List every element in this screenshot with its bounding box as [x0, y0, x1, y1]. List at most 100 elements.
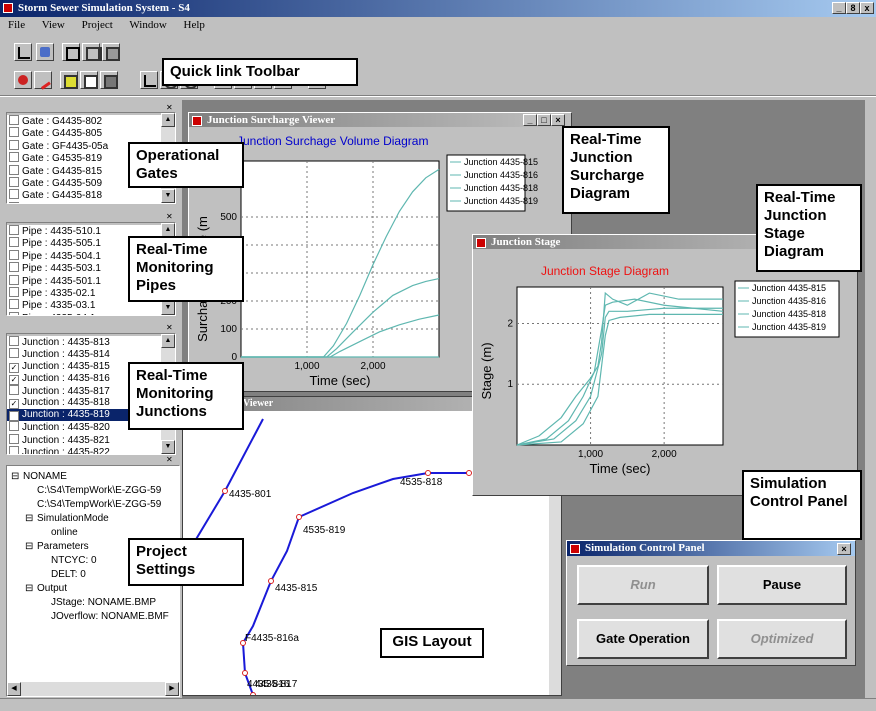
tool-new-button[interactable]	[14, 43, 32, 61]
tool-export-button[interactable]	[102, 43, 120, 61]
gis-node[interactable]	[242, 670, 248, 676]
list-item[interactable]: Junction : 4435-813	[7, 336, 161, 348]
close-button[interactable]: x	[860, 2, 874, 14]
checkbox[interactable]	[9, 201, 19, 203]
tool-junctions-button[interactable]	[100, 71, 118, 89]
tree-node[interactable]: JStage: NONAME.BMP	[11, 596, 177, 610]
tool-gates-button[interactable]	[60, 71, 78, 89]
tree-node[interactable]: ⊟ NONAME	[11, 470, 177, 484]
gis-node[interactable]	[296, 514, 302, 520]
surcharge-close-button[interactable]: ×	[551, 114, 565, 126]
pipes-panel-close-icon[interactable]: ✕	[166, 213, 176, 221]
checkbox[interactable]	[9, 274, 19, 285]
scroll-up-icon[interactable]: ▲	[161, 113, 175, 127]
gis-node[interactable]	[425, 470, 431, 476]
scroll-down-icon[interactable]: ▼	[161, 440, 175, 454]
control-panel-close-button[interactable]: ×	[837, 543, 851, 555]
run-button[interactable]: Run	[577, 565, 709, 605]
tool-chart-button[interactable]	[140, 71, 158, 89]
checkbox[interactable]	[9, 336, 19, 346]
tree-node[interactable]: C:\S4\TempWork\E-ZGG-59	[11, 484, 177, 498]
tree-expander-icon[interactable]: ⊟	[25, 582, 37, 596]
workspace-scrollbar[interactable]	[864, 100, 876, 700]
checkbox[interactable]	[9, 348, 19, 359]
list-item[interactable]: Gate : G4435-805	[7, 127, 161, 139]
tree-node[interactable]: C:\S4\TempWork\E-ZGG-59	[11, 498, 177, 512]
menu-file[interactable]: File	[8, 19, 25, 31]
tool-save-button[interactable]	[62, 43, 80, 61]
checkbox[interactable]	[9, 177, 19, 188]
tree-node[interactable]: JOverflow: NONAME.BMF	[11, 610, 177, 624]
scroll-down-icon[interactable]: ▼	[161, 189, 175, 203]
list-item[interactable]: Junction : 4435-814	[7, 348, 161, 360]
gates-panel-close-icon[interactable]: ✕	[166, 104, 176, 112]
plot-area	[240, 160, 440, 358]
checkbox[interactable]	[9, 249, 19, 260]
checkbox[interactable]	[9, 433, 19, 444]
checkbox[interactable]	[9, 287, 19, 298]
gis-node[interactable]	[250, 692, 256, 696]
surcharge-viewer-title: Junction Surcharge Viewer	[207, 114, 336, 126]
app-title: Storm Sewer Simulation System - S4	[18, 2, 190, 14]
checkbox[interactable]	[9, 189, 19, 200]
tool-saveas-button[interactable]	[82, 43, 102, 61]
checkbox[interactable]	[9, 237, 19, 248]
checkbox[interactable]	[9, 127, 19, 138]
list-item[interactable]: Pipe : 4335-04.1	[7, 311, 161, 315]
list-item[interactable]: Junction : 4435-821	[7, 433, 161, 446]
list-item[interactable]: Gate : G4435-818	[7, 189, 161, 201]
optimized-button[interactable]: Optimized	[717, 619, 847, 659]
tool-open-button[interactable]	[36, 43, 54, 61]
list-item-label: Gate : G4435-818	[22, 190, 103, 202]
scroll-down-icon[interactable]: ▼	[161, 301, 175, 315]
tree-hscrollbar[interactable]: ◀ ▶	[7, 682, 179, 696]
checkbox[interactable]	[9, 115, 19, 125]
gis-node[interactable]	[466, 470, 472, 476]
menu-view[interactable]: View	[42, 19, 65, 31]
tree-panel-close-icon[interactable]: ✕	[166, 456, 176, 464]
checkbox[interactable]	[9, 299, 19, 310]
list-item[interactable]: Gate : G4435-802	[7, 115, 161, 127]
tool-pan-button[interactable]	[14, 71, 32, 89]
menu-help[interactable]: Help	[184, 19, 205, 31]
surcharge-minimize-button[interactable]: _	[523, 114, 537, 126]
checkbox[interactable]	[9, 421, 19, 432]
menu-window[interactable]: Window	[129, 19, 166, 31]
checkbox[interactable]	[9, 152, 19, 163]
tree-node[interactable]: ⊟ SimulationMode	[11, 512, 177, 526]
tree-expander-icon[interactable]: ⊟	[25, 512, 37, 526]
restore-button[interactable]: 8	[846, 2, 860, 14]
list-item-label: Junction : 4435-822	[22, 447, 110, 454]
checkbox[interactable]: ✓	[9, 411, 19, 422]
tool-edit-button[interactable]	[34, 71, 52, 90]
checkbox[interactable]: ✓	[9, 362, 19, 373]
checkbox[interactable]: ✓	[9, 374, 19, 385]
tool-pipes-button[interactable]	[80, 71, 98, 89]
surcharge-maximize-button[interactable]: □	[537, 114, 551, 126]
checkbox[interactable]	[9, 311, 19, 315]
list-item[interactable]: Gate : G4435-822	[7, 201, 161, 203]
list-item[interactable]: Junction : 4435-822	[7, 446, 161, 454]
checkbox[interactable]	[9, 139, 19, 150]
scroll-left-icon[interactable]: ◀	[7, 682, 21, 696]
checkbox[interactable]	[9, 225, 19, 235]
gis-node-label: 4435-801	[229, 489, 272, 500]
checkbox[interactable]	[9, 446, 19, 454]
junctions-panel-close-icon[interactable]: ✕	[166, 324, 176, 332]
tree-expander-icon[interactable]: ⊟	[11, 470, 23, 484]
checkbox[interactable]: ✓	[9, 399, 19, 410]
tree-node-label: Output	[37, 583, 68, 594]
scroll-right-icon[interactable]: ▶	[165, 682, 179, 696]
tree-expander-icon[interactable]: ⊟	[25, 540, 37, 554]
menu-project[interactable]: Project	[82, 19, 113, 31]
pause-button[interactable]: Pause	[717, 565, 847, 605]
gis-node[interactable]	[268, 578, 274, 584]
scroll-up-icon[interactable]: ▲	[161, 334, 175, 348]
minimize-button[interactable]: _	[832, 2, 846, 14]
checkbox[interactable]	[9, 164, 19, 175]
gis-node[interactable]	[222, 488, 228, 494]
checkbox[interactable]	[9, 262, 19, 273]
scroll-up-icon[interactable]: ▲	[161, 223, 175, 237]
gate-operation-button[interactable]: Gate Operation	[577, 619, 709, 659]
checkbox[interactable]	[9, 384, 19, 395]
